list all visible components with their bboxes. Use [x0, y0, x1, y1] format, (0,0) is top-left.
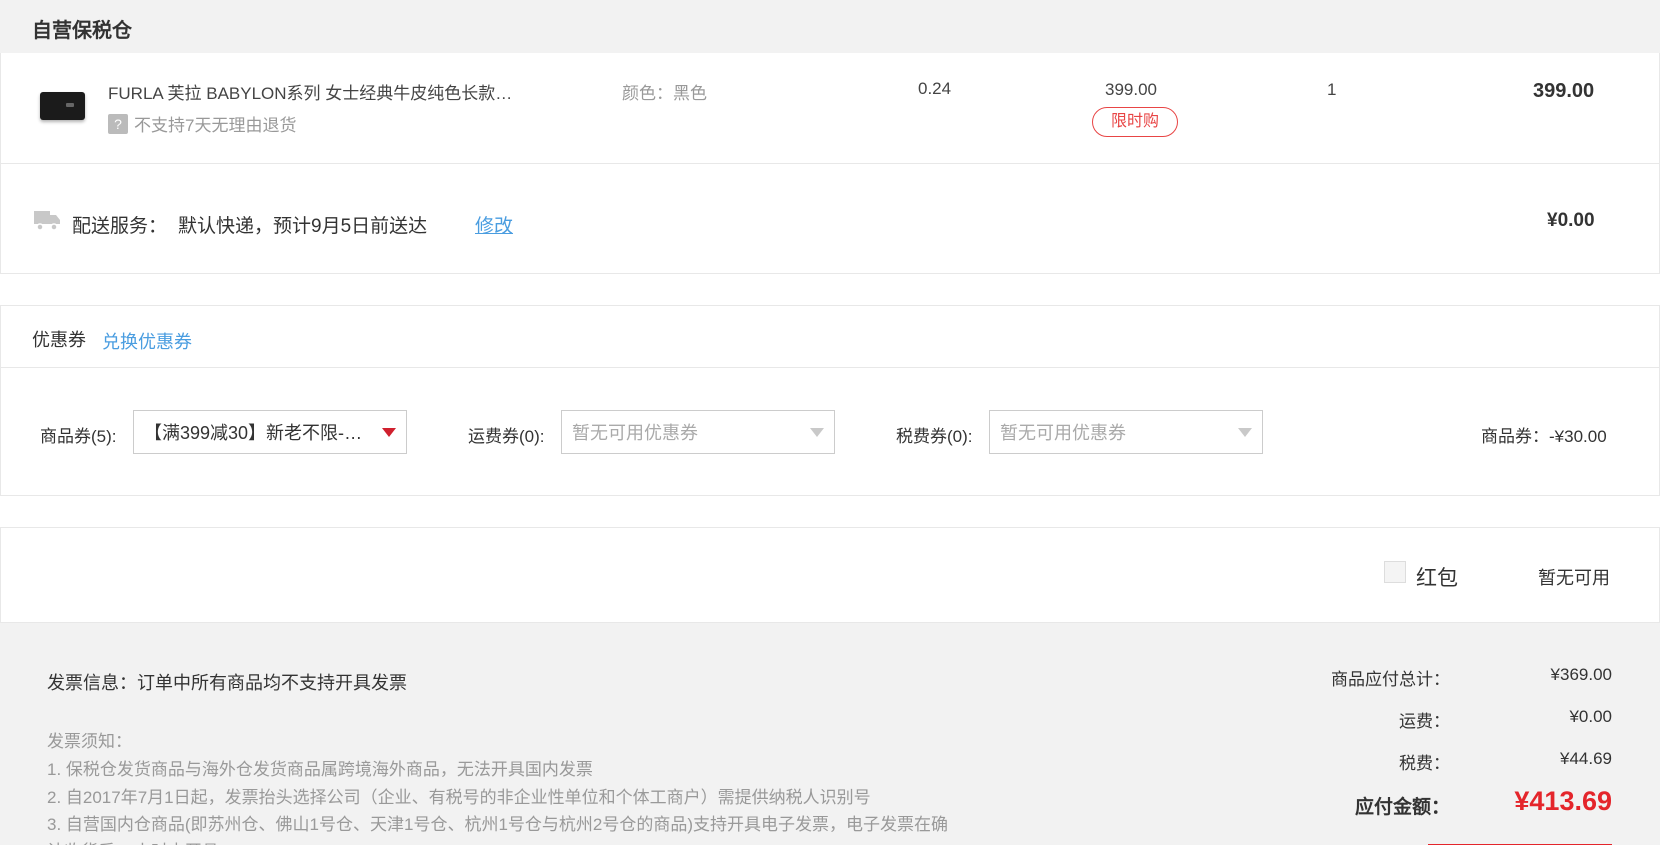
- product-thumbnail[interactable]: [40, 92, 85, 120]
- product-quantity: 1: [1327, 80, 1337, 99]
- payable-amount: ¥413.69: [1514, 786, 1612, 816]
- truck-icon: [34, 211, 60, 231]
- delivery-price: ¥0.00: [1547, 210, 1595, 231]
- invoice-notice-line: 3. 自营国内仓商品(即苏州仓、佛山1号仓、天津1号仓、杭州1号仓与杭州2号仓的…: [47, 815, 949, 834]
- payable-label: 应付金额：: [1354, 797, 1450, 818]
- product-coupon-select[interactable]: 【满399减30】新老不限-全场通用: [133, 410, 407, 454]
- product-coupon-value: 【满399减30】新老不限-全场通用: [144, 423, 376, 443]
- shipping-coupon-value: 暂无可用优惠券: [572, 423, 698, 443]
- goods-total-label: 商品应付总计：: [1331, 670, 1450, 689]
- warehouse-section-header: [0, 0, 1660, 53]
- shipping-total-value: ¥0.00: [1569, 707, 1612, 726]
- red-packet-checkbox[interactable]: [1384, 561, 1406, 583]
- tax-total-value: ¥44.69: [1560, 749, 1612, 768]
- coupon-title: 优惠券: [32, 330, 86, 350]
- flash-sale-badge: 限时购: [1092, 107, 1178, 137]
- delivery-modify-link[interactable]: 修改: [475, 211, 513, 238]
- product-weight: 0.24: [918, 79, 952, 98]
- invoice-info: 发票信息：订单中所有商品均不支持开具发票: [47, 673, 407, 693]
- product-subtotal: 399.00: [1533, 80, 1595, 102]
- invoice-notice-title: 发票须知：: [47, 732, 132, 751]
- delivery-label: 配送服务：: [72, 216, 168, 237]
- product-price: 399.00: [1105, 80, 1157, 99]
- shipping-coupon-select[interactable]: 暂无可用优惠券: [561, 410, 835, 454]
- tax-total-label: 税费：: [1399, 754, 1450, 773]
- red-packet-label: 红包: [1416, 567, 1458, 590]
- return-policy-text: 不支持7天无理由退货: [134, 116, 297, 135]
- tax-coupon-select[interactable]: 暂无可用优惠券: [989, 410, 1263, 454]
- delivery-value: 默认快递，预计9月5日前送达: [178, 216, 428, 237]
- chevron-down-icon: [810, 427, 824, 437]
- chevron-down-icon: [1238, 427, 1252, 437]
- coupon-section: [0, 305, 1660, 496]
- shipping-coupon-label: 运费券(0):: [468, 427, 545, 446]
- product-coupon-label: 商品券(5):: [40, 427, 117, 446]
- return-policy: ? 不支持7天无理由退货: [108, 111, 296, 136]
- invoice-notice-line: 认收货后48小时内开具: [47, 837, 219, 845]
- tax-coupon-value: 暂无可用优惠券: [1000, 423, 1126, 443]
- tax-coupon-label: 税费券(0):: [896, 427, 973, 446]
- product-row: [0, 53, 1660, 164]
- shipping-total-label: 运费：: [1399, 712, 1450, 731]
- invoice-notice-line: 1. 保税仓发货商品与海外仓发货商品属跨境海外商品，无法开具国内发票: [47, 760, 593, 779]
- coupon-divider: [0, 367, 1660, 368]
- goods-total-value: ¥369.00: [1550, 665, 1612, 684]
- red-packet-row: [0, 527, 1660, 623]
- invoice-notice-line: 2. 自2017年7月1日起，发票抬头选择公司（企业、有税号的非企业性单位和个体…: [47, 788, 871, 807]
- product-name[interactable]: FURLA 芙拉 BABYLON系列 女士经典牛皮纯色长款钱包: [108, 79, 528, 104]
- coupon-summary: 商品券：-¥30.00: [1481, 427, 1607, 446]
- product-color: 颜色：黑色: [622, 84, 707, 103]
- chevron-down-icon: [382, 427, 396, 437]
- red-packet-status: 暂无可用: [1538, 568, 1610, 588]
- exchange-coupon-link[interactable]: 兑换优惠券: [102, 328, 192, 354]
- question-icon[interactable]: ?: [108, 113, 128, 134]
- warehouse-title: 自营保税仓: [32, 20, 132, 42]
